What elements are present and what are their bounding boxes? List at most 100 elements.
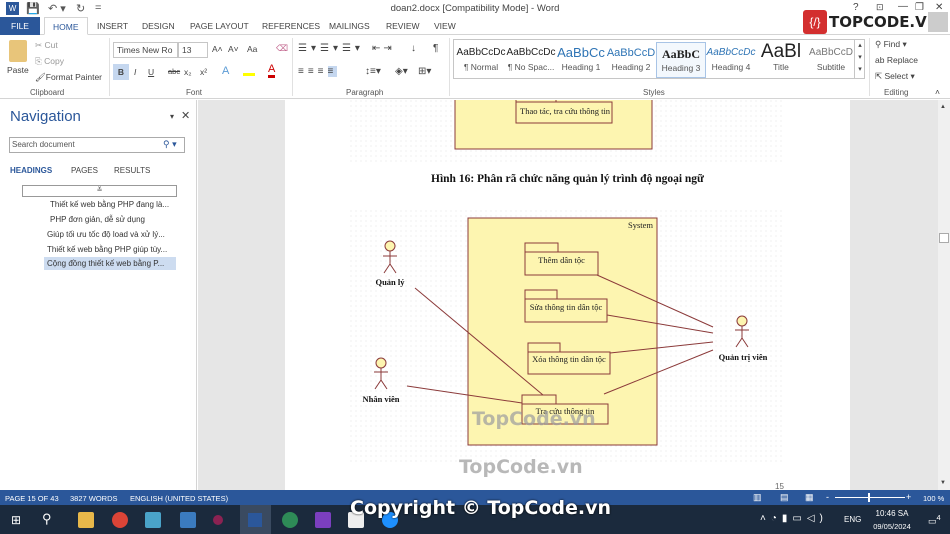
- styles-gallery: AaBbCcDc ¶ Normal AaBbCcDc ¶ No Spac... Aa…: [453, 39, 865, 79]
- heading-item[interactable]: PHP đơn giản, dễ sử dụng: [50, 215, 145, 224]
- collapse-ribbon-icon[interactable]: ˄: [935, 87, 940, 97]
- clear-formatting-icon[interactable]: ⌫: [276, 43, 288, 54]
- style-subtitle[interactable]: AaBbCcD Subtitle: [806, 42, 856, 78]
- change-case-button[interactable]: Aa: [247, 44, 257, 54]
- superscript-button[interactable]: x²: [200, 67, 207, 77]
- indent-buttons[interactable]: ⇤⇥: [372, 43, 395, 54]
- bold-button[interactable]: B: [113, 64, 129, 80]
- zoom-in-button[interactable]: +: [906, 492, 911, 502]
- tab-review[interactable]: REVIEW: [378, 17, 428, 35]
- strikethrough-button[interactable]: abc: [168, 67, 180, 76]
- show-formatting-button[interactable]: ¶: [433, 43, 438, 54]
- tab-pages[interactable]: PAGES: [71, 166, 98, 175]
- style-heading-1[interactable]: AaBbCc Heading 1: [556, 42, 606, 78]
- borders-icon[interactable]: ⊞▾: [418, 66, 431, 77]
- vertical-scrollbar[interactable]: ▲ ▼: [938, 100, 950, 490]
- tab-results[interactable]: RESULTS: [114, 166, 150, 175]
- font-name-select[interactable]: Times New Ro: [113, 42, 178, 58]
- search-icon[interactable]: ⚲: [42, 511, 52, 527]
- scroll-thumb[interactable]: [939, 233, 949, 243]
- search-icon[interactable]: ⚲ ▾: [163, 139, 177, 150]
- app-icon[interactable]: [145, 512, 161, 528]
- highlight-icon[interactable]: [243, 66, 255, 76]
- style-normal[interactable]: AaBbCcDc ¶ Normal: [456, 42, 506, 78]
- pane-options-icon[interactable]: ▾: [170, 112, 174, 121]
- style-heading-4[interactable]: AaBbCcDc Heading 4: [706, 42, 756, 78]
- paste-button[interactable]: Paste: [7, 65, 29, 75]
- underline-button[interactable]: U: [148, 67, 154, 77]
- restore-button[interactable]: ❐: [915, 2, 924, 13]
- zoom-slider[interactable]: [835, 497, 905, 498]
- tab-references[interactable]: REFERENCES: [254, 17, 328, 35]
- text-effects-icon[interactable]: A: [222, 65, 229, 77]
- styles-scroll[interactable]: ▴ ▾ ▾: [854, 40, 865, 78]
- paste-icon[interactable]: [9, 40, 27, 62]
- subscript-button[interactable]: x₂: [184, 67, 192, 77]
- format-painter-button[interactable]: 🖌Format Painter: [35, 72, 102, 83]
- app-icon[interactable]: [282, 512, 298, 528]
- format-painter-label: Format Painter: [45, 72, 103, 82]
- tab-mailings[interactable]: MAILINGS: [321, 17, 378, 35]
- tab-view[interactable]: VIEW: [426, 17, 464, 35]
- minimize-button[interactable]: —: [898, 1, 908, 12]
- cut-button[interactable]: ✂ Cut: [35, 40, 58, 51]
- tab-file[interactable]: FILE: [0, 17, 40, 35]
- word-taskbar-button[interactable]: [240, 505, 271, 534]
- zoom-slider-thumb[interactable]: [868, 493, 870, 502]
- heading-item[interactable]: Thiết kế web bằng PHP giúp tùy...: [47, 245, 167, 254]
- font-color-icon[interactable]: A: [268, 64, 276, 78]
- tab-design[interactable]: DESIGN: [134, 17, 183, 35]
- file-explorer-icon[interactable]: [78, 512, 94, 528]
- read-mode-icon[interactable]: ▥: [753, 492, 762, 503]
- user-avatar[interactable]: [928, 12, 948, 32]
- alignment-buttons[interactable]: ≡≡≡≡: [298, 66, 338, 77]
- clock-time[interactable]: 10:46 SA: [872, 509, 912, 518]
- scroll-up-icon[interactable]: ▲: [940, 104, 946, 110]
- chrome-icon[interactable]: [112, 512, 128, 528]
- notification-center-icon[interactable]: ▭4: [928, 513, 941, 527]
- heading-item[interactable]: Thiết kế web bằng PHP đang là...: [50, 200, 169, 209]
- page-count[interactable]: PAGE 15 OF 43: [5, 494, 59, 503]
- app-icon[interactable]: [213, 515, 223, 525]
- tab-home[interactable]: HOME: [44, 17, 88, 35]
- shrink-font-button[interactable]: A˅: [228, 44, 239, 54]
- tray-icons[interactable]: ˄◔▮▭◁): [760, 513, 828, 524]
- line-spacing-icon[interactable]: ↕≡▾: [365, 66, 381, 77]
- visual-studio-icon[interactable]: [315, 512, 331, 528]
- scroll-down-icon[interactable]: ▼: [940, 480, 946, 486]
- tab-headings[interactable]: HEADINGS: [10, 166, 52, 175]
- clock-date[interactable]: 09/05/2024: [866, 522, 918, 531]
- collapse-all-button[interactable]: ≚: [22, 185, 177, 197]
- print-layout-icon[interactable]: ▤: [780, 492, 789, 503]
- shading-icon[interactable]: ◈▾: [395, 66, 408, 77]
- copy-button[interactable]: ⎘ Copy: [35, 56, 64, 67]
- tab-insert[interactable]: INSERT: [89, 17, 136, 35]
- style-heading-2[interactable]: AaBbCcD Heading 2: [606, 42, 656, 78]
- web-layout-icon[interactable]: ▦: [805, 492, 814, 503]
- app-icon[interactable]: [180, 512, 196, 528]
- select-button[interactable]: ⇱ Select ▾: [875, 71, 915, 82]
- tab-page-layout[interactable]: PAGE LAYOUT: [182, 17, 257, 35]
- style-title[interactable]: AaBl Title: [756, 42, 806, 78]
- zoom-out-button[interactable]: -: [826, 492, 829, 502]
- word-count[interactable]: 3827 WORDS: [70, 494, 118, 503]
- input-language[interactable]: ENG: [844, 515, 861, 524]
- font-size-select[interactable]: 13: [178, 42, 208, 58]
- search-document-input[interactable]: Search document ⚲ ▾: [9, 137, 185, 153]
- list-buttons[interactable]: ☰▾☰▾☰▾: [298, 43, 364, 54]
- style-no-spacing[interactable]: AaBbCcDc ¶ No Spac...: [506, 42, 556, 78]
- grow-font-button[interactable]: A˄: [212, 44, 223, 54]
- sort-icon[interactable]: ↓: [411, 43, 416, 54]
- heading-item[interactable]: Giúp tối ưu tốc độ load và xử lý...: [47, 230, 165, 239]
- italic-button[interactable]: I: [134, 67, 136, 77]
- replace-button[interactable]: ab Replace: [875, 55, 918, 65]
- language-status[interactable]: ENGLISH (UNITED STATES): [130, 494, 228, 503]
- close-pane-icon[interactable]: ✕: [181, 109, 190, 122]
- ribbon-display-options-icon[interactable]: ⊡: [876, 2, 884, 13]
- style-heading-3[interactable]: AaBbC Heading 3: [656, 42, 706, 78]
- zoom-level[interactable]: 100 %: [923, 494, 944, 503]
- help-button[interactable]: ?: [853, 2, 859, 13]
- windows-start-icon[interactable]: ⊞: [11, 513, 21, 527]
- find-button[interactable]: ⚲ Find ▾: [875, 39, 907, 50]
- heading-item-selected[interactable]: Cộng đồng thiết kế web bằng P...: [44, 257, 176, 270]
